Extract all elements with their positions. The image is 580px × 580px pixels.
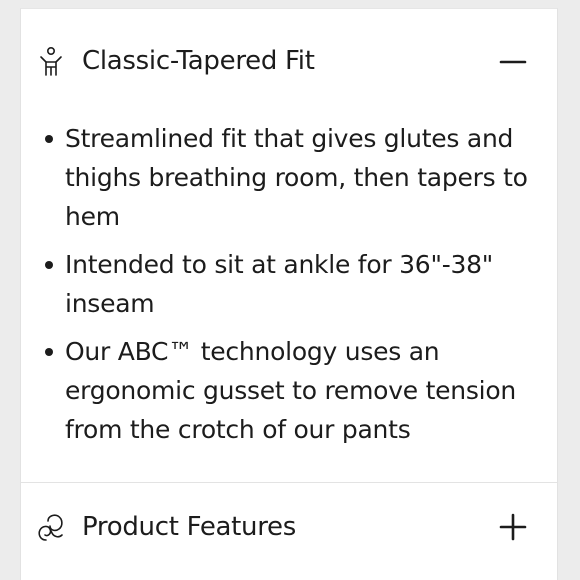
- section-divider: [21, 482, 557, 483]
- fabric-swirl-icon: [34, 511, 68, 545]
- bullet-text: Intended to sit at ankle for 36"-38" ins…: [65, 250, 494, 318]
- features-section-title: Product Features: [82, 512, 296, 542]
- plus-icon[interactable]: [497, 511, 529, 543]
- features-section-header[interactable]: Product Features: [21, 497, 559, 557]
- fit-details-list: Streamlined fit that gives glutes and th…: [21, 119, 559, 458]
- bullet-dot: [45, 348, 53, 356]
- list-item: Our ABC™ technology uses an ergonomic gu…: [21, 332, 559, 449]
- list-item: Streamlined fit that gives glutes and th…: [21, 119, 559, 236]
- fit-section-header[interactable]: Classic-Tapered Fit: [21, 31, 559, 91]
- bullet-text: Our ABC™ technology uses an ergonomic gu…: [65, 337, 516, 444]
- person-icon: [34, 45, 68, 79]
- list-item: Intended to sit at ankle for 36"-38" ins…: [21, 245, 559, 323]
- bullet-dot: [45, 261, 53, 269]
- product-details-accordion: Classic-Tapered Fit Streamlined fit that…: [20, 8, 558, 580]
- bullet-dot: [45, 135, 53, 143]
- minus-icon[interactable]: [497, 45, 529, 77]
- fit-section-title: Classic-Tapered Fit: [82, 46, 315, 76]
- bullet-text: Streamlined fit that gives glutes and th…: [65, 124, 528, 231]
